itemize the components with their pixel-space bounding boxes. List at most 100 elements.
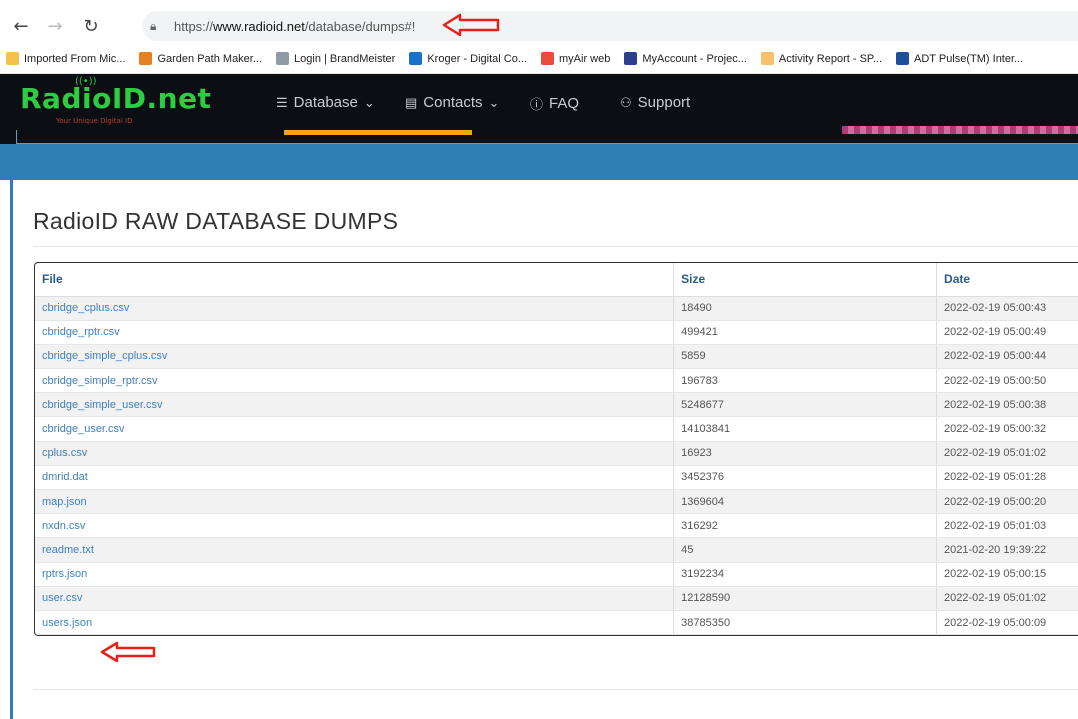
column-header-date[interactable]: Date (936, 263, 1078, 297)
table-row: cbridge_user.csv 14103841 2022-02-19 05:00… (35, 416, 1078, 442)
file-link[interactable]: dmrid.dat (35, 465, 675, 491)
main-content: RadioID RAW DATABASE DUMPS File Size Dat… (10, 180, 1078, 719)
bookmark-favicon-icon (276, 52, 290, 65)
file-date: 2022-02-19 05:00:43 (936, 296, 1078, 321)
file-link[interactable]: cbridge_simple_cplus.csv (35, 344, 675, 370)
file-link[interactable]: cplus.csv (35, 441, 675, 466)
file-date: 2022-02-19 05:00:49 (936, 320, 1078, 345)
divider (33, 246, 1078, 247)
file-size: 196783 (673, 368, 938, 394)
file-size: 45 (673, 537, 938, 563)
file-size: 499421 (673, 320, 938, 345)
bookmark-item[interactable]: Kroger - Digital Co... (409, 52, 527, 65)
dumps-table: File Size Date cbridge_cplus.csv 18490 202… (34, 262, 1078, 637)
chevron-down-icon: ⌄ (363, 94, 375, 110)
file-size: 5859 (673, 344, 938, 370)
bookmark-favicon-icon (139, 52, 153, 65)
table-row: cbridge_rptr.csv 499421 2022-02-19 05:00:4… (35, 320, 1078, 345)
file-link[interactable]: readme.txt (35, 537, 675, 563)
file-date: 2021-02-20 19:39:22 (936, 537, 1078, 563)
bookmark-item[interactable]: Imported From Mic... (6, 52, 125, 65)
bookmark-item[interactable]: ADT Pulse(TM) Inter... (896, 52, 1023, 65)
file-link[interactable]: nxdn.csv (35, 513, 675, 539)
table-row: map.json 1369604 2022-02-19 05:00:20 (35, 489, 1078, 515)
nav-database[interactable]: ☰ Database ⌄ (276, 94, 381, 111)
file-link[interactable]: user.csv (35, 586, 675, 611)
bookmark-item[interactable]: myAir web (541, 52, 610, 65)
file-link[interactable]: cbridge_simple_user.csv (35, 392, 675, 418)
nav-support[interactable]: ⚇ Support (620, 94, 690, 111)
bookmark-favicon-icon (541, 52, 554, 65)
file-date: 2022-02-19 05:01:02 (936, 586, 1078, 611)
table-row: user.csv 12128590 2022-02-19 05:01:02 (35, 586, 1078, 611)
file-size: 16923 (673, 441, 938, 466)
bookmarks-bar: Imported From Mic... Garden Path Maker..… (0, 44, 1078, 74)
nav-contacts[interactable]: ▤ Contacts ⌄ (405, 94, 505, 111)
table-row: cbridge_simple_cplus.csv 5859 2022-02-19 0… (35, 344, 1078, 370)
file-size: 5248677 (673, 392, 938, 418)
table-row: readme.txt 45 2021-02-20 19:39:22 (35, 537, 1078, 563)
bookmark-favicon-icon (409, 52, 423, 65)
bookmark-item[interactable]: Activity Report - SP... (760, 52, 882, 65)
blue-band (0, 130, 1078, 180)
file-link[interactable]: users.json (35, 610, 675, 636)
column-header-size[interactable]: Size (673, 263, 938, 297)
bookmark-item[interactable]: MyAccount - Projec... (624, 52, 747, 65)
file-date: 2022-02-19 05:00:38 (936, 392, 1078, 418)
file-size: 14103841 (673, 416, 938, 442)
file-link[interactable]: cbridge_rptr.csv (35, 320, 675, 345)
database-icon: ☰ (276, 94, 288, 110)
table-row: nxdn.csv 316292 2022-02-19 05:01:03 (35, 513, 1078, 539)
bookmark-favicon-icon (896, 52, 909, 65)
nav-faq[interactable]: ⓘ FAQ (530, 94, 579, 113)
bookmark-item[interactable]: Garden Path Maker... (139, 52, 262, 65)
table-row: cbridge_simple_rptr.csv 196783 2022-02-19 … (35, 368, 1078, 394)
file-date: 2022-02-19 05:00:20 (936, 489, 1078, 515)
column-header-file[interactable]: File (35, 263, 675, 297)
bookmark-item[interactable]: Login | BrandMeister (276, 52, 395, 65)
help-icon: ⓘ (530, 97, 544, 112)
file-link[interactable]: map.json (35, 489, 675, 515)
address-bar[interactable]: 🔒︎ https://www.radioid.net/database/dump… (142, 11, 1078, 41)
table-row: cbridge_simple_user.csv 5248677 2022-02-19… (35, 392, 1078, 418)
file-size: 18490 (673, 296, 938, 321)
browser-window: ← → ↻ 🔒︎ https://www.radioid.net/databas… (0, 0, 1078, 719)
table-row: dmrid.dat 3452376 2022-02-19 05:01:28 (35, 465, 1078, 491)
file-link[interactable]: cbridge_user.csv (35, 416, 675, 442)
page-title: RadioID RAW DATABASE DUMPS (33, 208, 399, 234)
file-size: 3452376 (673, 465, 938, 491)
file-link[interactable]: cbridge_cplus.csv (35, 296, 675, 321)
divider (33, 689, 1078, 690)
forward-icon[interactable]: → (40, 8, 70, 44)
file-date: 2022-02-19 05:00:15 (936, 562, 1078, 587)
folder-icon (6, 52, 19, 65)
clipped-title-strip (0, 0, 1078, 8)
site-logo[interactable]: ((•)) RadioID.net Your Unique Digital ID (20, 76, 211, 125)
file-date: 2022-02-19 05:01:28 (936, 465, 1078, 491)
reload-icon[interactable]: ↻ (76, 8, 106, 44)
file-size: 38785350 (673, 610, 938, 636)
browser-toolbar: ← → ↻ 🔒︎ https://www.radioid.net/databas… (0, 8, 1078, 44)
lock-icon: 🔒︎ (150, 19, 157, 33)
file-size: 3192234 (673, 562, 938, 587)
url-text: https://www.radioid.net/database/dumps#! (174, 18, 416, 34)
table-row: cplus.csv 16923 2022-02-19 05:01:02 (35, 441, 1078, 466)
table-row: users.json 38785350 2022-02-19 05:00:09 (35, 610, 1078, 636)
file-date: 2022-02-19 05:01:03 (936, 513, 1078, 539)
support-icon: ⚇ (620, 94, 632, 110)
contacts-icon: ▤ (405, 94, 418, 110)
file-date: 2022-02-19 05:00:44 (936, 344, 1078, 370)
antenna-icon: ((•)) (75, 76, 97, 87)
file-size: 12128590 (673, 586, 938, 611)
annotation-arrow-icon (100, 641, 156, 663)
file-date: 2022-02-19 05:00:32 (936, 416, 1078, 442)
bookmark-favicon-icon (760, 52, 774, 65)
chevron-down-icon: ⌄ (488, 94, 500, 110)
file-size: 316292 (673, 513, 938, 539)
file-link[interactable]: rptrs.json (35, 562, 675, 587)
back-icon[interactable]: ← (6, 8, 36, 44)
annotation-arrow-icon (442, 13, 500, 37)
file-date: 2022-02-19 05:00:50 (936, 368, 1078, 394)
file-link[interactable]: cbridge_simple_rptr.csv (35, 368, 675, 394)
file-date: 2022-02-19 05:00:09 (936, 610, 1078, 636)
